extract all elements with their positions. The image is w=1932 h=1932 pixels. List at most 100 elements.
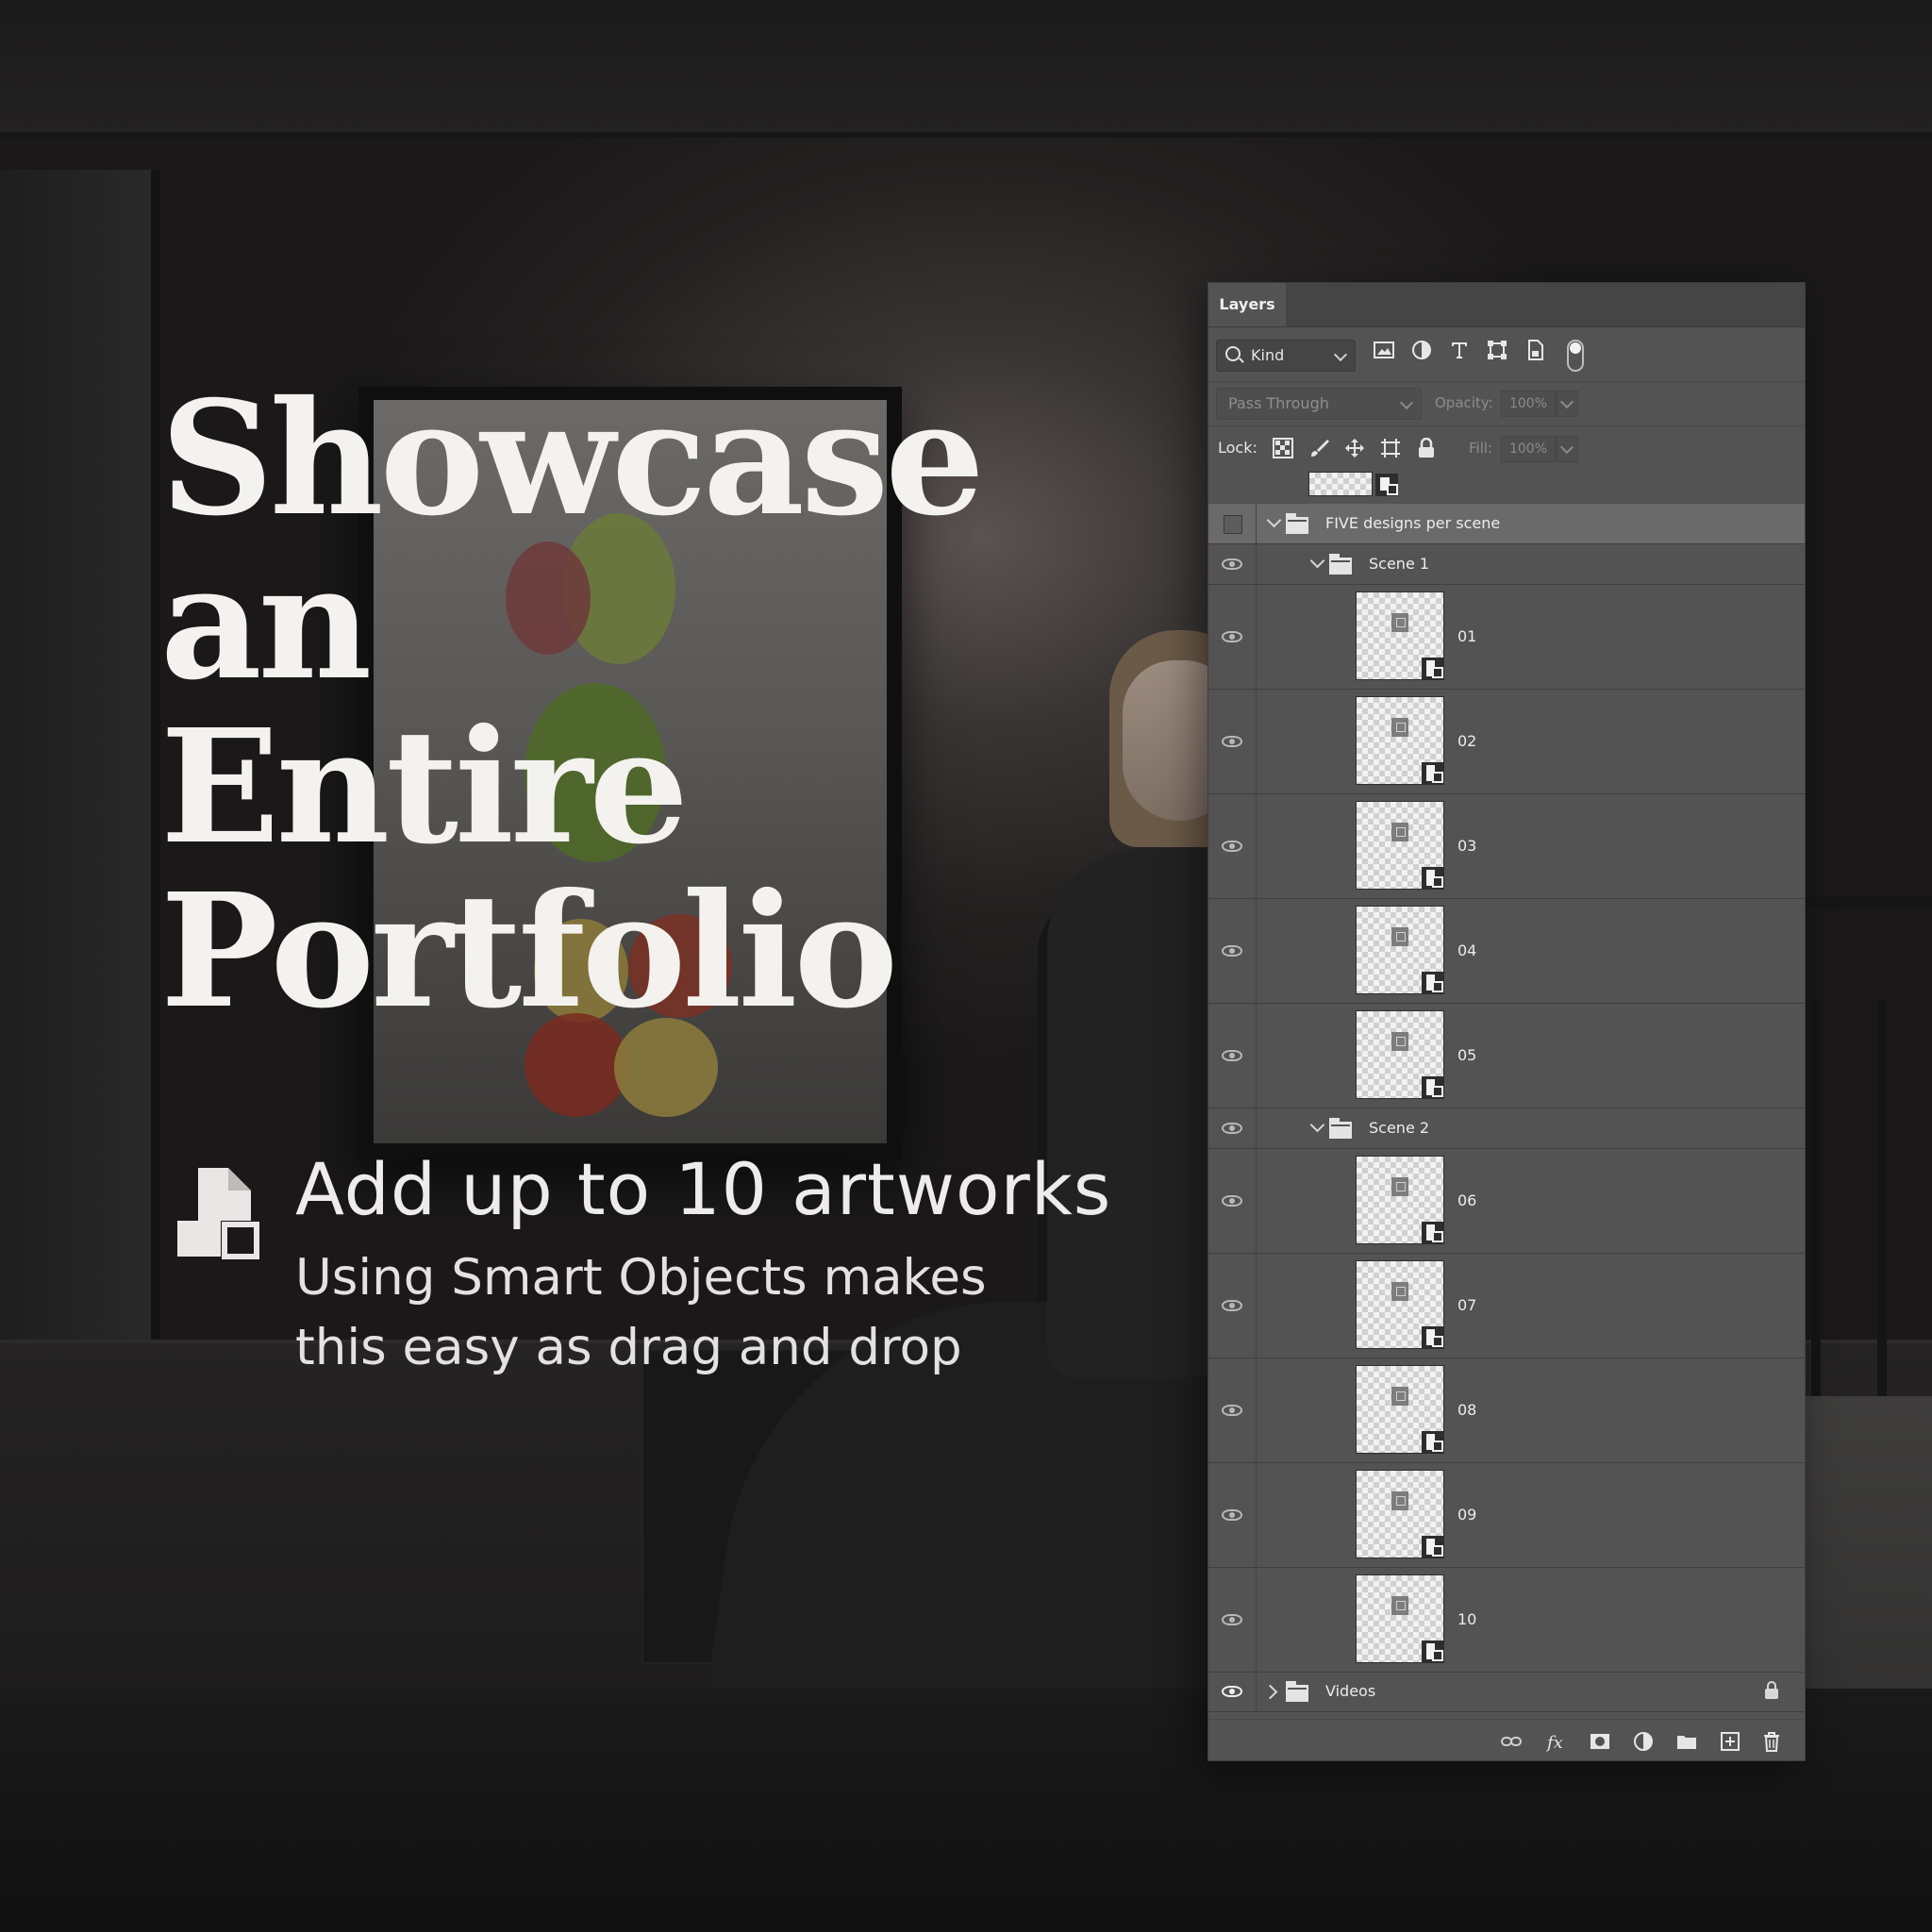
smart-object-layer-row[interactable]: 09 [1208,1462,1805,1568]
smart-object-layer-row[interactable]: 10 [1208,1567,1805,1673]
lock-move-icon[interactable] [1344,438,1365,458]
fill-input[interactable]: 100% [1501,436,1556,462]
headline: Showcase an Entire Portfolio [160,377,985,1034]
smart-object-badge-icon [1422,1536,1444,1558]
chevron-right-icon[interactable] [1262,1684,1278,1700]
smart-object-badge-icon [1422,972,1444,994]
new-layer-icon[interactable] [1720,1731,1740,1752]
filter-kind-select[interactable]: Kind [1216,340,1356,372]
visibility-column[interactable] [1208,1003,1257,1108]
panel-bottom-bar: fx [1208,1719,1805,1761]
visibility-column[interactable] [1208,689,1257,793]
eye-icon[interactable] [1222,558,1242,570]
feature-subtitle: Using Smart Objects makes this easy as d… [295,1243,1050,1383]
lock-all-icon[interactable] [1416,438,1437,458]
chevron-down-icon [1333,347,1348,362]
layer-thumbnail [1356,1574,1444,1663]
visibility-column[interactable] [1208,793,1257,898]
chevron-down-icon[interactable] [1309,553,1325,568]
eye-icon[interactable] [1222,944,1242,957]
eye-icon[interactable] [1222,840,1242,852]
visibility-column[interactable] [1208,1672,1257,1711]
visibility-column[interactable] [1208,543,1257,584]
fx-icon[interactable]: fx [1546,1731,1567,1752]
smart-object-layer-row[interactable]: 04 [1208,898,1805,1004]
new-group-icon[interactable] [1676,1731,1697,1752]
layer-name: 08 [1457,1400,1477,1419]
smart-object-layer-row[interactable]: 07 [1208,1253,1805,1358]
eye-icon[interactable] [1222,1508,1242,1521]
image-filter-icon[interactable] [1373,339,1395,361]
adjustment-layer-icon[interactable] [1633,1731,1654,1752]
delete-layer-icon[interactable] [1761,1731,1782,1752]
fill-label: Fill: [1469,440,1493,457]
smart-object-layer-row[interactable]: 05 [1208,1003,1805,1108]
visibility-column[interactable] [1208,898,1257,1003]
folder-icon [1329,553,1352,575]
smart-object-badge-icon [1422,1222,1444,1244]
chevron-down-icon[interactable] [1266,512,1282,528]
chevron-down-icon[interactable] [1309,1117,1325,1132]
visibility-column[interactable] [1208,1148,1257,1253]
group-layer-row[interactable]: Scene 2 [1208,1108,1805,1149]
eye-icon[interactable] [1222,735,1242,747]
smart-object-layer-row[interactable]: 06 [1208,1148,1805,1254]
group-layer-row[interactable]: Scene 1 [1208,543,1805,585]
smart-object-filter-icon[interactable] [1524,339,1546,361]
panel-tab-bar: Layers [1208,283,1805,327]
layer-thumbnail [1356,906,1444,994]
shape-filter-icon[interactable] [1486,339,1508,361]
smart-object-layer-row[interactable]: 08 [1208,1357,1805,1463]
filter-toggle-switch[interactable] [1567,340,1584,372]
lock-artboard-icon[interactable] [1380,438,1401,458]
eye-icon[interactable] [1222,1613,1242,1625]
opacity-dropdown[interactable] [1556,391,1578,417]
smart-object-layer-row[interactable]: 02 [1208,689,1805,794]
fill-dropdown[interactable] [1556,436,1578,462]
eye-icon[interactable] [1222,1299,1242,1311]
group-layer-row[interactable]: Videos [1208,1672,1805,1712]
lock-transparent-icon[interactable] [1273,438,1293,458]
artwork-placeholder-icon [1391,1387,1408,1406]
layer-thumbnail [1356,1156,1444,1244]
eye-icon[interactable] [1222,1404,1242,1416]
visibility-column[interactable] [1208,1462,1257,1567]
smart-object-layer-row[interactable]: 03 [1208,793,1805,899]
visibility-column[interactable] [1208,1108,1257,1148]
partial-layer-row[interactable] [1208,470,1805,505]
visibility-toggle-box[interactable] [1224,515,1242,534]
eye-icon[interactable] [1222,1049,1242,1061]
group-layer-row[interactable]: FIVE designs per scene [1208,504,1805,544]
lock-paint-icon[interactable] [1308,438,1329,458]
eye-icon[interactable] [1222,1686,1242,1697]
eye-icon[interactable] [1222,1122,1242,1134]
blend-mode-select[interactable]: Pass Through [1216,388,1422,420]
folder-icon [1286,513,1308,534]
smart-object-badge-icon [1375,474,1398,496]
smart-object-badge-icon [1422,762,1444,785]
tab-layers[interactable]: Layers [1208,283,1286,326]
link-layers-icon[interactable] [1501,1731,1522,1752]
opacity-input[interactable]: 100% [1501,391,1556,417]
layer-thumbnail [1356,1260,1444,1349]
visibility-column[interactable] [1208,1567,1257,1672]
chevron-down-icon [1559,440,1574,455]
smart-object-badge-icon [1422,1641,1444,1663]
type-filter-icon[interactable] [1448,339,1471,361]
filter-kind-label: Kind [1251,346,1285,364]
artwork-placeholder-icon [1391,1177,1408,1196]
visibility-column[interactable] [1208,1357,1257,1462]
artwork-placeholder-icon [1391,1491,1408,1510]
visibility-column[interactable] [1208,504,1257,543]
visibility-column[interactable] [1208,584,1257,689]
layer-mask-icon[interactable] [1590,1731,1610,1752]
svg-text:fx: fx [1546,1733,1563,1752]
smart-object-badge-icon [1422,867,1444,890]
layer-name: 03 [1457,836,1477,855]
smart-object-layer-row[interactable]: 01 [1208,584,1805,690]
adjustment-filter-icon[interactable] [1410,339,1433,361]
eye-icon[interactable] [1222,1194,1242,1207]
visibility-column[interactable] [1208,1253,1257,1357]
eye-icon[interactable] [1222,630,1242,642]
layer-thumbnail [1356,1470,1444,1558]
